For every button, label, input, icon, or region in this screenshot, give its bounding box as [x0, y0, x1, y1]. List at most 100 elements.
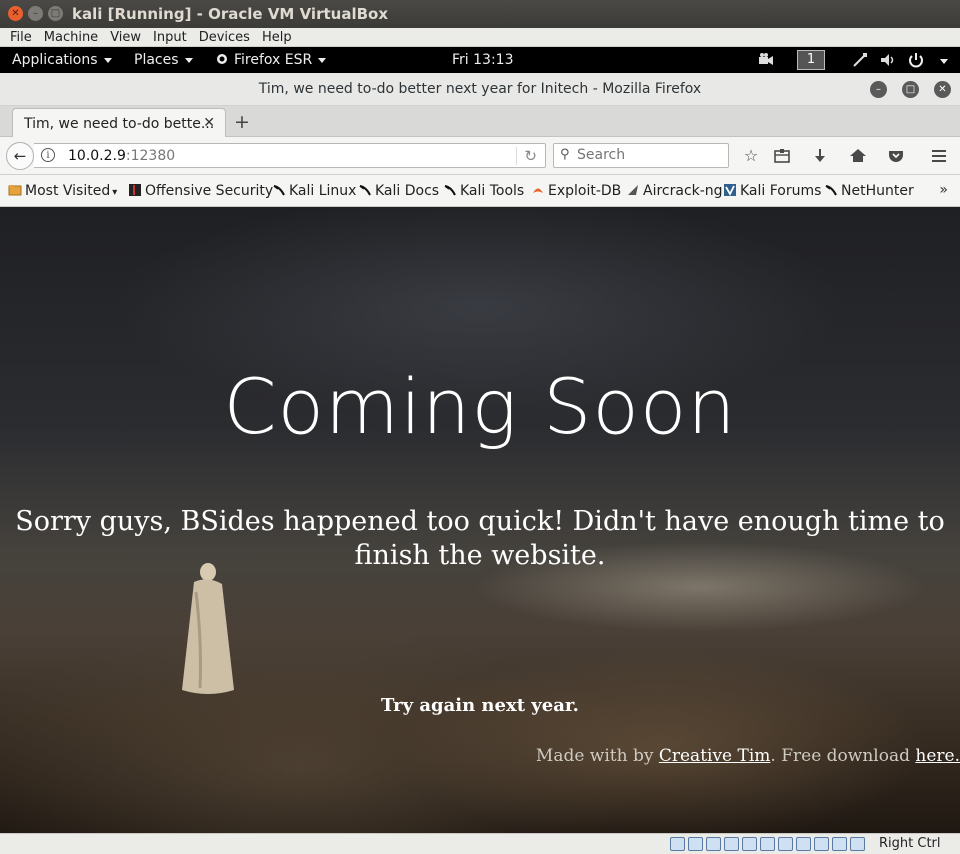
- app-menu-firefox[interactable]: Firefox ESR: [216, 52, 327, 68]
- here-link[interactable]: here.: [915, 746, 960, 766]
- bookmark-label: Offensive Security: [145, 183, 274, 199]
- bookmark-kali-linux[interactable]: Kali Linux: [272, 183, 356, 199]
- applications-menu[interactable]: Applications: [12, 52, 112, 68]
- close-icon[interactable]: ✕: [8, 6, 23, 21]
- maximize-icon[interactable]: □: [902, 81, 919, 98]
- bookmark-label: Most Visited: [25, 183, 111, 199]
- footer-credit: Made with by Creative Tim. Free download…: [536, 746, 960, 766]
- bookmark-label: Aircrack-ng: [643, 183, 723, 199]
- close-icon[interactable]: ✕: [934, 81, 951, 98]
- video-capture-icon[interactable]: [796, 837, 811, 851]
- optical-drive-icon[interactable]: [688, 837, 703, 851]
- pocket-icon[interactable]: [886, 146, 906, 166]
- back-button[interactable]: ←: [6, 142, 34, 170]
- reload-icon[interactable]: ↻: [516, 147, 537, 165]
- tab-active[interactable]: Tim, we need to-do bette... ✕: [12, 108, 226, 138]
- volume-icon[interactable]: [879, 51, 897, 69]
- maximize-icon[interactable]: □: [48, 6, 63, 21]
- vbox-menubar: File Machine View Input Devices Help: [0, 28, 960, 47]
- firefox-window-title: Tim, we need to-do better next year for …: [258, 81, 702, 97]
- menu-machine[interactable]: Machine: [38, 30, 104, 45]
- display-icon[interactable]: [778, 837, 793, 851]
- vbox-titlebar: ✕ – □ kali [Running] - Oracle VM Virtual…: [0, 0, 960, 28]
- bookmark-kali-tools[interactable]: Kali Tools: [443, 183, 524, 199]
- video-camera-icon[interactable]: [757, 51, 775, 69]
- hamburger-menu-icon[interactable]: [929, 146, 949, 166]
- url-host: 10.0.2.9: [68, 148, 126, 164]
- tab-close-icon[interactable]: ✕: [203, 115, 215, 131]
- kali-dragon-icon: [444, 185, 456, 196]
- clock[interactable]: Fri 13:13: [452, 52, 513, 68]
- site-info-icon[interactable]: i: [41, 148, 55, 162]
- search-input[interactable]: [577, 147, 722, 163]
- bookmark-kali-forums[interactable]: Kali Forums: [723, 183, 821, 199]
- mouse-integration-icon[interactable]: [832, 837, 847, 851]
- download-icon[interactable]: [810, 146, 830, 166]
- kali-dragon-icon: [359, 185, 371, 196]
- bookmarks-toolbar: Most Visited ▾ Offensive Security Kali Li…: [0, 175, 960, 207]
- bookmark-star-icon[interactable]: ☆: [741, 146, 761, 166]
- chevron-down-icon: [103, 57, 112, 63]
- host-key-label: Right Ctrl: [879, 836, 941, 851]
- menu-devices[interactable]: Devices: [193, 30, 256, 45]
- home-icon[interactable]: [848, 146, 868, 166]
- bookmark-label: Kali Docs: [375, 183, 440, 199]
- creative-tim-link[interactable]: Creative Tim: [659, 746, 771, 766]
- minimize-icon[interactable]: –: [28, 6, 43, 21]
- vbox-window-title: kali [Running] - Oracle VM VirtualBox: [72, 5, 388, 23]
- navigation-toolbar: i 10.0.2.9:12380 ↻ ← ⚲ ☆: [0, 137, 960, 175]
- url-bar[interactable]: i 10.0.2.9:12380 ↻: [34, 143, 546, 168]
- firefox-icon: [217, 54, 227, 64]
- exploitdb-icon: [533, 188, 543, 193]
- search-bar[interactable]: ⚲: [553, 143, 729, 168]
- minimize-icon[interactable]: –: [870, 81, 887, 98]
- shared-folders-icon[interactable]: [760, 837, 775, 851]
- bookmarks-overflow-icon[interactable]: »: [939, 182, 948, 198]
- tab-label: Tim, we need to-do bette...: [24, 116, 215, 132]
- kali-forums-icon: [724, 184, 736, 196]
- menu-help[interactable]: Help: [256, 30, 298, 45]
- chevron-down-icon: [318, 57, 327, 63]
- chevron-down-icon: ▾: [112, 187, 118, 198]
- bookmark-exploit-db[interactable]: Exploit-DB: [531, 183, 621, 199]
- bookmark-nethunter[interactable]: NetHunter: [824, 183, 914, 199]
- usb-icon[interactable]: [742, 837, 757, 851]
- bookmark-label: Kali Linux: [289, 183, 357, 199]
- places-menu[interactable]: Places: [134, 52, 193, 68]
- bookmarks-menu-icon[interactable]: [772, 146, 792, 166]
- free-download-text: . Free download: [770, 746, 916, 766]
- bookmark-label: Kali Forums: [740, 183, 822, 199]
- network-icon[interactable]: [724, 837, 739, 851]
- hard-disk-icon[interactable]: [670, 837, 685, 851]
- vt-x-icon[interactable]: [814, 837, 829, 851]
- page-content: Coming Soon Sorry guys, BSides happened …: [0, 207, 960, 833]
- bookmark-label: NetHunter: [841, 183, 914, 199]
- gnome-top-panel: Applications Places Firefox ESR Fri 13:1…: [0, 47, 960, 73]
- menu-file[interactable]: File: [4, 30, 38, 45]
- search-icon: ⚲: [560, 147, 570, 162]
- bookmark-offensive-security[interactable]: Offensive Security: [128, 183, 273, 199]
- power-icon[interactable]: [907, 51, 925, 69]
- bookmark-most-visited[interactable]: Most Visited ▾: [8, 183, 117, 199]
- new-tab-icon[interactable]: +: [234, 111, 250, 133]
- applications-label: Applications: [12, 52, 98, 68]
- app-name-label: Firefox ESR: [234, 52, 313, 68]
- firefox-titlebar: Tim, we need to-do better next year for …: [0, 73, 960, 106]
- kali-dragon-icon: [273, 185, 285, 196]
- url-port: :12380: [125, 148, 176, 164]
- page-heading: Coming Soon: [223, 362, 737, 451]
- network-wired-icon[interactable]: [851, 51, 869, 69]
- robed-figure-image: [182, 563, 234, 694]
- workspace-indicator[interactable]: 1: [797, 50, 825, 70]
- bookmark-kali-docs[interactable]: Kali Docs: [358, 183, 439, 199]
- menu-input[interactable]: Input: [147, 30, 193, 45]
- keyboard-capture-icon[interactable]: [850, 837, 865, 851]
- back-arrow-icon: ←: [13, 147, 27, 165]
- url-text[interactable]: 10.0.2.9:12380: [68, 148, 175, 164]
- bookmark-label: Kali Tools: [460, 183, 525, 199]
- menu-view[interactable]: View: [104, 30, 147, 45]
- try-again-text: Try again next year.: [381, 695, 579, 716]
- system-menu-chevron-icon[interactable]: [940, 59, 948, 64]
- bookmark-aircrack-ng[interactable]: Aircrack-ng: [626, 183, 723, 199]
- audio-icon[interactable]: [706, 837, 721, 851]
